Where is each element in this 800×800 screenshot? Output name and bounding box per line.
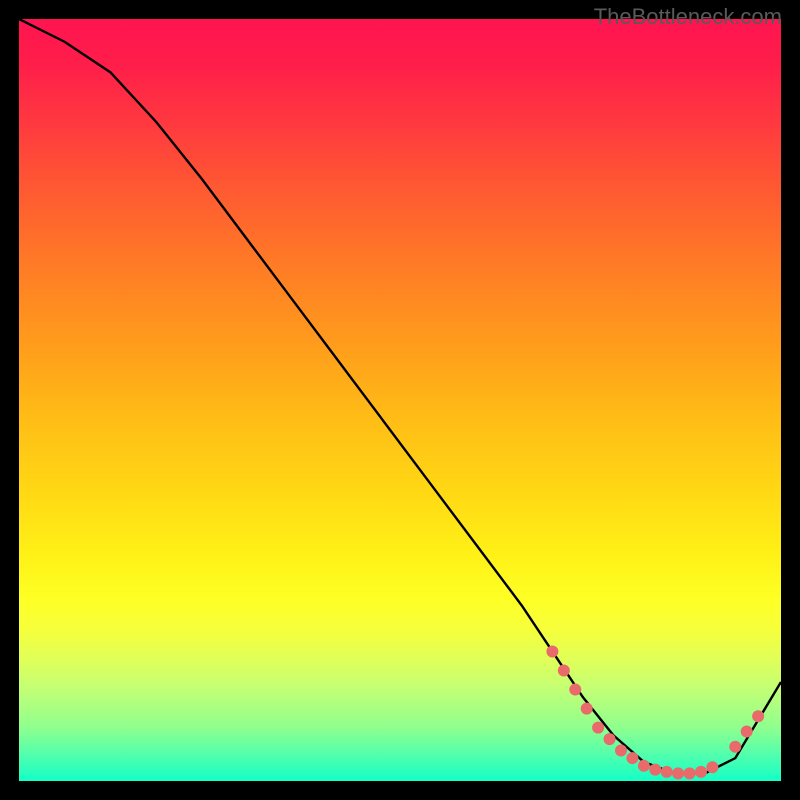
data-point-marker <box>626 752 638 764</box>
data-point-marker <box>752 710 764 722</box>
data-point-marker <box>695 766 707 778</box>
data-point-marker <box>615 745 627 757</box>
data-point-marker <box>558 665 570 677</box>
data-point-marker <box>661 766 673 778</box>
data-point-marker <box>649 764 661 776</box>
data-point-marker <box>638 760 650 772</box>
chart-svg <box>19 19 781 781</box>
data-point-marker <box>741 725 753 737</box>
data-point-marker <box>546 645 558 657</box>
chart-container <box>19 19 781 781</box>
data-point-marker <box>729 741 741 753</box>
data-point-marker <box>706 761 718 773</box>
bottleneck-curve <box>19 19 781 773</box>
data-point-marker <box>592 722 604 734</box>
curve-line <box>19 19 781 773</box>
data-point-marker <box>604 733 616 745</box>
data-point-marker <box>581 703 593 715</box>
data-point-marker <box>684 767 696 779</box>
data-point-marker <box>672 767 684 779</box>
watermark-text: TheBottleneck.com <box>594 4 782 30</box>
data-point-marker <box>569 684 581 696</box>
